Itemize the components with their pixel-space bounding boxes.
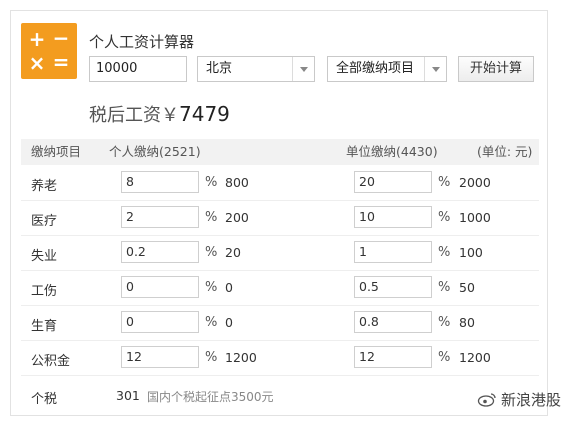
company-rate-input[interactable]: 0.5 [354,276,432,298]
net-salary-label: 税后工资￥ [89,105,179,126]
header-item: 缴纳项目 [31,144,82,159]
company-amount: 2000 [459,175,491,190]
header-unit: (单位: 元) [477,144,533,159]
company-amount: 1200 [459,350,491,365]
company-pct-sign: % [438,210,451,225]
calculator-panel: + − × = 个人工资计算器 10000 北京 全部缴纳项目 开始计算 税后工… [10,10,548,416]
company-rate-input[interactable]: 1 [354,241,432,263]
company-pct-sign: % [438,350,451,365]
company-pct-sign: % [438,315,451,330]
company-amount: 1000 [459,210,491,225]
personal-pct-sign: % [205,315,218,330]
items-select[interactable]: 全部缴纳项目 [327,56,447,82]
app-title: 个人工资计算器 [89,33,195,51]
personal-rate-input[interactable]: 12 [121,346,199,368]
personal-pct-sign: % [205,175,218,190]
table-row: 医疗 2% 200 10% 1000 [21,201,539,236]
header-personal: 个人缴纳(2521) [109,144,201,159]
personal-rate-input[interactable]: 2 [121,206,199,228]
city-select-value: 北京 [206,61,233,76]
table-row: 工伤 0% 0 0.5% 50 [21,271,539,306]
personal-amount: 0 [225,315,233,330]
net-salary-result: 税后工资￥7479 [89,101,230,127]
table-header: 缴纳项目 个人缴纳(2521) 单位缴纳(4430) (单位: 元) [21,139,539,165]
personal-amount: 0 [225,280,233,295]
watermark-text: 新浪港股 [501,391,562,409]
row-item-name: 失业 [31,249,58,264]
table-row: 养老 8% 800 20% 2000 [21,166,539,201]
net-salary-amount: 7479 [179,102,230,126]
chevron-down-icon[interactable] [292,57,314,81]
chevron-down-icon[interactable] [424,57,446,81]
company-pct-sign: % [438,280,451,295]
company-pct-sign: % [438,245,451,260]
table-row: 生育 0% 0 0.8% 80 [21,306,539,341]
company-amount: 50 [459,280,475,295]
row-item-name: 公积金 [31,354,71,369]
tax-note: 国内个税起征点3500元 [147,390,274,404]
company-rate-input[interactable]: 12 [354,346,432,368]
personal-pct-sign: % [205,350,218,365]
row-item-name: 工伤 [31,284,58,299]
personal-rate-input[interactable]: 0.2 [121,241,199,263]
calculator-icon: + − × = [21,23,77,79]
salary-input[interactable]: 10000 [89,56,187,82]
personal-amount: 200 [225,210,249,225]
items-select-value: 全部缴纳项目 [336,61,415,76]
company-rate-input[interactable]: 10 [354,206,432,228]
row-item-name: 养老 [31,179,58,194]
company-rate-input[interactable]: 20 [354,171,432,193]
city-select[interactable]: 北京 [197,56,315,82]
tax-label: 个税 [31,392,58,407]
company-amount: 100 [459,245,483,260]
plus-glyph: + [28,27,46,51]
row-item-name: 生育 [31,319,58,334]
personal-rate-input[interactable]: 0 [121,311,199,333]
personal-rate-input[interactable]: 8 [121,171,199,193]
equals-glyph: = [52,50,70,74]
company-rate-input[interactable]: 0.8 [354,311,432,333]
header-company: 单位缴纳(4430) [346,144,438,159]
table-row: 失业 0.2% 20 1% 100 [21,236,539,271]
times-glyph: × [28,51,46,75]
minus-glyph: − [52,26,70,50]
personal-amount: 20 [225,245,241,260]
tax-amount: 301 [116,388,140,403]
weibo-icon [477,393,496,407]
company-amount: 80 [459,315,475,330]
row-item-name: 医疗 [31,214,58,229]
personal-rate-input[interactable]: 0 [121,276,199,298]
table-row: 公积金 12% 1200 12% 1200 [21,341,539,376]
personal-amount: 1200 [225,350,257,365]
watermark: 新浪港股 [477,389,561,410]
calculate-button[interactable]: 开始计算 [458,56,534,82]
personal-pct-sign: % [205,280,218,295]
company-pct-sign: % [438,175,451,190]
personal-pct-sign: % [205,245,218,260]
personal-pct-sign: % [205,210,218,225]
tax-row: 个税 301 国内个税起征点3500元 [21,381,539,411]
personal-amount: 800 [225,175,249,190]
